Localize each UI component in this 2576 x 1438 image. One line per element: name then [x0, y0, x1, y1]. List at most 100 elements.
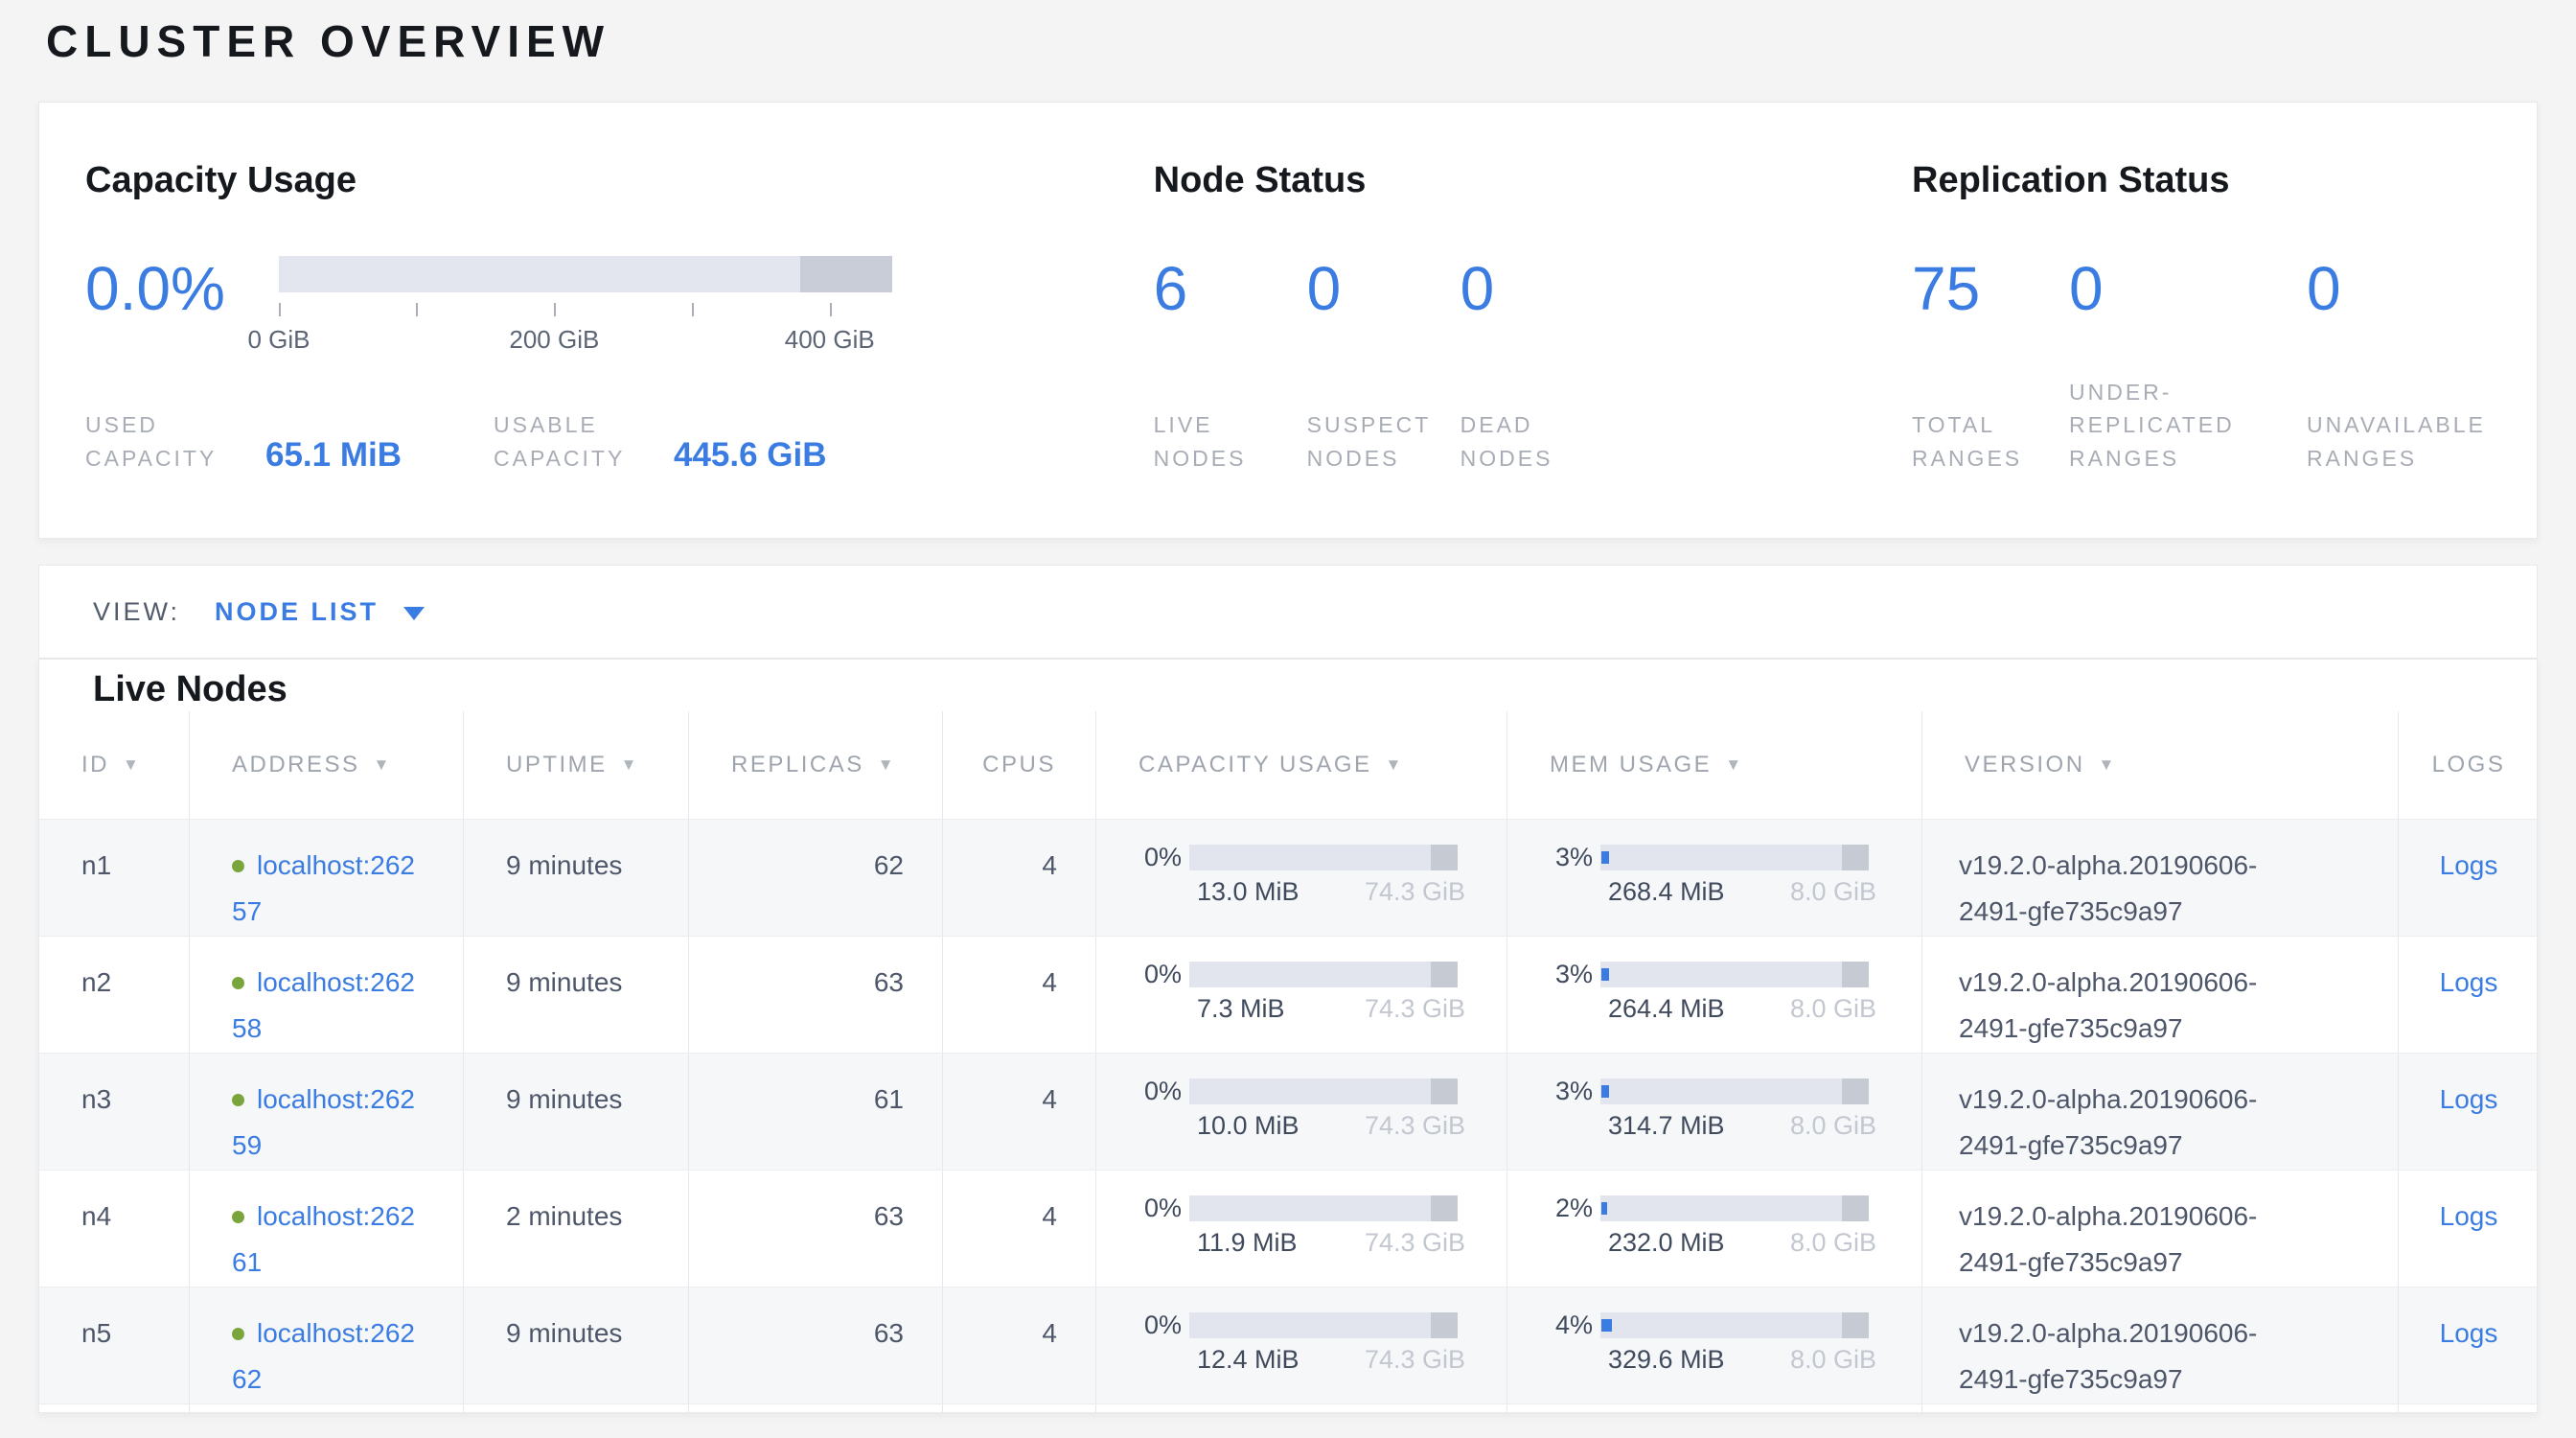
column-header-id[interactable]: ID ▼	[39, 711, 190, 819]
node-status-title: Node Status	[1154, 160, 1912, 202]
node-id-cell: n5	[39, 1287, 190, 1403]
capacity-percent: 0%	[1096, 962, 1189, 987]
bar-remainder	[1842, 1195, 1869, 1221]
column-header-capacity-usage[interactable]: CAPACITY USAGE ▼	[1096, 711, 1507, 819]
replication-status-section: Replication Status 75 0 0 TOTAL RANGES U…	[1912, 103, 2537, 538]
chevron-down-icon[interactable]	[403, 607, 425, 620]
capacity-total-value: 74.3 GiB	[1365, 879, 1465, 905]
node-live-status-icon	[232, 977, 244, 989]
node-replicas-cell: 63	[689, 1287, 943, 1403]
total-ranges-count: 75	[1912, 254, 1980, 323]
node-address-link[interactable]: localhost:26257	[232, 850, 415, 926]
usable-capacity-label: USABLE CAPACITY	[494, 408, 656, 475]
node-address-cell: localhost:26262	[190, 1287, 464, 1403]
axis-tick	[279, 303, 281, 316]
mem-percent: 3%	[1507, 845, 1600, 870]
view-mode-dropdown[interactable]: NODE LIST	[215, 597, 425, 627]
bar-fill	[1601, 1085, 1609, 1098]
node-uptime-cell: 9 minutes	[464, 1054, 689, 1170]
capacity-percent: 0%	[1096, 1078, 1189, 1104]
capacity-percent: 0%	[1096, 1312, 1189, 1338]
mem-used-value: 264.4 MiB	[1608, 996, 1725, 1022]
capacity-usage-cell: 0% 11.9 MiB74.3 GiB	[1096, 1171, 1507, 1287]
view-bar: VIEW: NODE LIST	[38, 565, 2538, 659]
capacity-values-row: USED CAPACITY 65.1 MiB USABLE CAPACITY 4…	[85, 408, 1154, 475]
mem-percent: 3%	[1507, 962, 1600, 987]
node-address-cell: localhost:26261	[190, 1171, 464, 1287]
bar-remainder	[1431, 1312, 1458, 1338]
suspect-nodes-count: 0	[1307, 254, 1342, 323]
node-logs-cell: Logs	[2399, 937, 2538, 1053]
node-logs-cell: Logs	[2399, 820, 2538, 936]
mem-usage-bar	[1600, 845, 1869, 870]
view-mode-selected-value: NODE LIST	[215, 597, 379, 627]
bar-fill	[1601, 968, 1609, 981]
logs-link[interactable]: Logs	[2440, 850, 2498, 880]
capacity-usage-title: Capacity Usage	[85, 160, 1154, 202]
usable-capacity-value: 445.6 GiB	[674, 438, 827, 472]
total-ranges-label: TOTAL RANGES	[1912, 408, 2069, 475]
node-cpus-cell: 4	[943, 1171, 1096, 1287]
axis-tick-label: 400 GiB	[785, 325, 875, 355]
node-logs-cell: Logs	[2399, 1171, 2538, 1287]
replication-status-numbers: 75 0 0	[1912, 258, 2537, 319]
live-nodes-count: 6	[1154, 254, 1188, 323]
node-address-link[interactable]: localhost:26262	[232, 1318, 415, 1394]
cluster-summary-panel: Capacity Usage 0.0% 0 GiB 200 GiB 400 Gi…	[38, 102, 2538, 539]
node-address-cell: localhost:26257	[190, 820, 464, 936]
mem-percent: 3%	[1507, 1078, 1600, 1104]
capacity-usage-bar	[1189, 1078, 1458, 1104]
mem-used-value: 314.7 MiB	[1608, 1113, 1725, 1139]
column-header-version[interactable]: VERSION ▼	[1922, 711, 2399, 819]
mem-usage-cell: 3% 314.7 MiB8.0 GiB	[1507, 1054, 1922, 1170]
node-logs-cell: Logs	[2399, 1054, 2538, 1170]
mem-usage-cell: 3% 268.4 MiB8.0 GiB	[1507, 820, 1922, 936]
axis-tick	[692, 303, 694, 316]
column-header-replicas[interactable]: REPLICAS ▼	[689, 711, 943, 819]
node-status-labels: LIVE NODES SUSPECT NODES DEAD NODES	[1154, 408, 1912, 475]
column-header-cpus: CPUS	[943, 711, 1096, 819]
node-address-link[interactable]: localhost:26261	[232, 1201, 415, 1277]
sort-arrow-icon: ▼	[374, 755, 390, 775]
sort-arrow-icon: ▼	[1386, 755, 1402, 775]
unavailable-ranges-label: UNAVAILABLE RANGES	[2307, 408, 2510, 475]
logs-link[interactable]: Logs	[2440, 1084, 2498, 1114]
logs-link[interactable]: Logs	[2440, 967, 2498, 997]
column-header-address[interactable]: ADDRESS ▼	[190, 711, 464, 819]
node-address-link[interactable]: localhost:26258	[232, 967, 415, 1043]
capacity-used-value: 13.0 MiB	[1197, 879, 1300, 905]
capacity-usage-bar	[1189, 1312, 1458, 1338]
table-row: n1 localhost:26257 9 minutes 62 4 0% 13.…	[39, 819, 2537, 936]
node-id-cell: n3	[39, 1054, 190, 1170]
node-address-cell: localhost:26258	[190, 937, 464, 1053]
logs-link[interactable]: Logs	[2440, 1201, 2498, 1231]
capacity-usage-bar	[1189, 845, 1458, 870]
column-header-logs: LOGS	[2399, 711, 2538, 819]
capacity-used-value: 7.3 MiB	[1197, 996, 1285, 1022]
node-address-link[interactable]: localhost:26259	[232, 1084, 415, 1160]
mem-total-value: 8.0 GiB	[1790, 879, 1876, 905]
sort-arrow-icon: ▼	[1725, 755, 1741, 775]
node-replicas-cell: 61	[689, 1054, 943, 1170]
mem-usage-bar	[1600, 1078, 1869, 1104]
capacity-usage-cell: 0% 12.4 MiB 74.3 GiB	[1096, 1287, 1507, 1403]
mem-total-value: 8.0 GiB	[1790, 996, 1876, 1022]
capacity-total-value: 74.3 GiB	[1365, 1347, 1465, 1373]
node-id-cell: n2	[39, 937, 190, 1053]
node-version-cell: v19.2.0-alpha.20190606-2491-gfe735c9a97	[1922, 1054, 2399, 1170]
mem-usage-bar	[1600, 1312, 1869, 1338]
capacity-total-value: 74.3 GiB	[1365, 1230, 1465, 1256]
logs-link[interactable]: Logs	[2440, 1318, 2498, 1348]
capacity-total-value: 74.3 GiB	[1365, 996, 1465, 1022]
capacity-used-value: 12.4 MiB	[1197, 1347, 1300, 1373]
node-cpus-cell: 4	[943, 820, 1096, 936]
node-live-status-icon	[232, 1094, 244, 1106]
bar-remainder	[1431, 1195, 1458, 1221]
column-header-mem-usage[interactable]: MEM USAGE ▼	[1507, 711, 1922, 819]
table-header-row: ID ▼ ADDRESS ▼ UPTIME ▼ REPLICAS ▼ CPUS	[39, 711, 2537, 819]
column-header-uptime[interactable]: UPTIME ▼	[464, 711, 689, 819]
node-logs-cell: Logs	[2399, 1287, 2538, 1403]
capacity-usage-cell: 0% 10.0 MiB74.3 GiB	[1096, 1054, 1507, 1170]
node-id-cell: n1	[39, 820, 190, 936]
bar-remainder	[1431, 962, 1458, 987]
